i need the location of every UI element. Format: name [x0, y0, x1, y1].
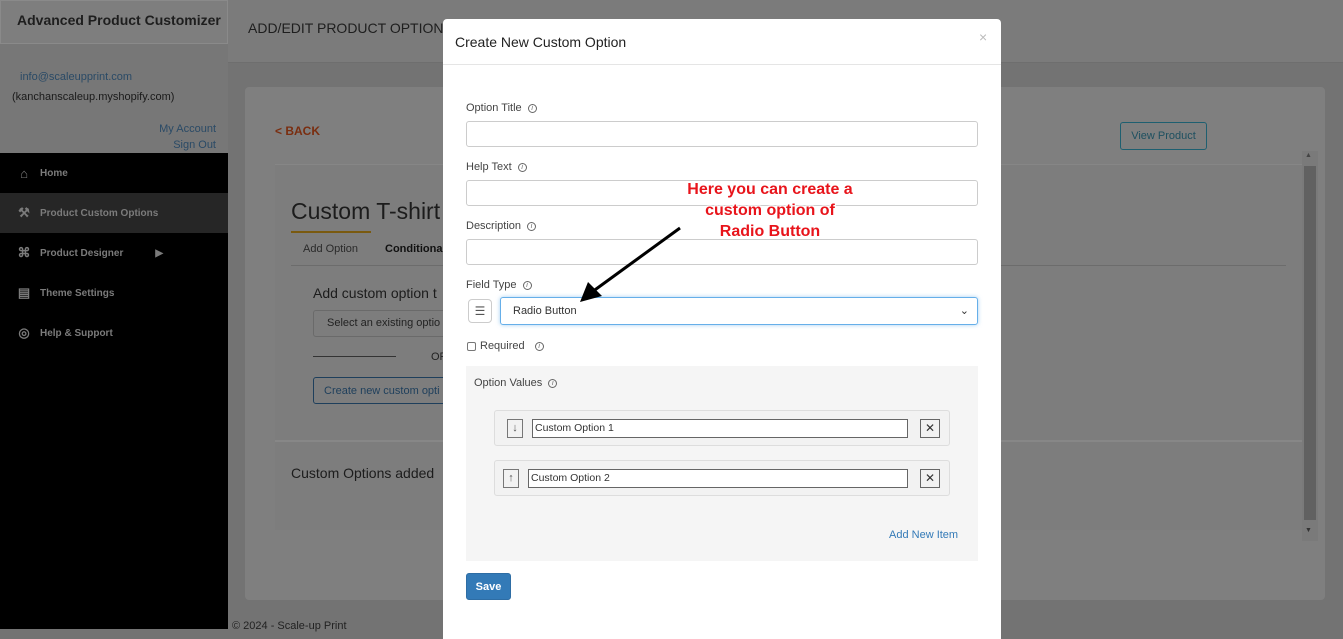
option-value-row: ↑ Custom Option 2 ✕	[494, 460, 950, 496]
nav-home[interactable]: ⌂ Home	[0, 153, 228, 193]
checkbox[interactable]	[467, 341, 476, 351]
tab-conditional[interactable]: Conditional	[385, 243, 446, 255]
info-icon: i	[548, 378, 558, 388]
remove-icon[interactable]: ✕	[920, 469, 940, 488]
title-underline	[291, 231, 371, 233]
theme-settings-icon: ▤	[17, 285, 31, 300]
scroll-down-icon[interactable]: ▼	[1305, 527, 1312, 534]
scrollbar-thumb[interactable]	[1304, 166, 1316, 520]
save-button[interactable]: Save	[466, 573, 511, 600]
option-title-input[interactable]	[466, 121, 978, 147]
annotation-line: Radio Button	[719, 223, 821, 240]
tools-icon: ⚒	[18, 205, 30, 220]
nav-label: Theme Settings	[40, 287, 115, 299]
home-icon: ⌂	[20, 165, 28, 181]
nav-label: Product Custom Options	[40, 207, 159, 219]
create-custom-option-button[interactable]: Create new custom opti	[313, 377, 453, 404]
info-icon: i	[527, 103, 537, 113]
existing-option-select[interactable]: Select an existing optio	[313, 310, 453, 337]
remove-icon[interactable]: ✕	[920, 419, 940, 438]
annotation-line: custom option of	[705, 202, 835, 219]
move-up-icon[interactable]: ↑	[503, 469, 519, 488]
nav-label: Product Designer	[40, 247, 124, 259]
view-product-button[interactable]: View Product	[1120, 122, 1207, 150]
add-new-item-link[interactable]: Add New Item	[889, 529, 958, 541]
option-value-row: ↓ Custom Option 1 ✕	[494, 410, 950, 446]
sign-out-link[interactable]: Sign Out	[173, 139, 216, 151]
store-domain: (kanchanscaleup.myshopify.com)	[12, 91, 175, 103]
annotation-line: Here you can create a	[687, 181, 853, 198]
description-input[interactable]	[466, 239, 978, 265]
info-icon: i	[522, 280, 532, 290]
option-values-panel: Option Values i ↓ Custom Option 1 ✕ ↑ Cus…	[466, 366, 978, 561]
caret-right-icon: ▶	[155, 247, 164, 259]
info-icon: i	[527, 221, 537, 231]
modal-title: Create New Custom Option	[455, 34, 627, 50]
info-icon: i	[517, 162, 527, 172]
option-value-input[interactable]: Custom Option 2	[528, 469, 908, 488]
nav-label: Help & Support	[40, 327, 113, 339]
move-down-icon[interactable]: ↓	[507, 419, 523, 438]
designer-icon: ⌘	[17, 245, 31, 260]
my-account-link[interactable]: My Account	[159, 123, 216, 135]
option-values-label: Option Values i	[474, 377, 558, 389]
footer-copyright: © 2024 - Scale-up Print	[232, 620, 347, 632]
option-value-input[interactable]: Custom Option 1	[532, 419, 908, 438]
create-option-modal: Create New Custom Option × Option Title i…	[443, 19, 1001, 639]
page-header-title: ADD/EDIT PRODUCT OPTIONS	[248, 20, 453, 36]
description-label: Description i	[466, 220, 537, 232]
chevron-down-icon: ⌄	[959, 305, 969, 317]
info-icon: i	[534, 341, 544, 351]
tab-add-option[interactable]: Add Option	[303, 243, 358, 255]
close-icon[interactable]: ×	[979, 29, 987, 45]
scroll-up-icon[interactable]: ▲	[1305, 152, 1312, 159]
radio-list-icon: ☰	[468, 299, 492, 323]
nav-product-custom-options[interactable]: ⚒ Product Custom Options	[0, 193, 228, 233]
lifebuoy-icon: ◎	[18, 325, 30, 340]
sidebar-nav: ⌂ Home ⚒ Product Custom Options ⌘ Product D…	[0, 153, 228, 629]
back-link[interactable]: < BACK	[275, 124, 320, 138]
product-title: Custom T-shirt	[291, 198, 441, 224]
nav-product-designer[interactable]: ⌘ Product Designer ▶	[0, 233, 228, 273]
or-divider	[313, 356, 396, 357]
option-title-label: Option Title i	[466, 102, 537, 114]
account-email[interactable]: info@scaleupprint.com	[20, 71, 132, 83]
nav-label: Home	[40, 167, 68, 179]
help-text-label: Help Text i	[466, 161, 527, 173]
annotation-callout: Here you can create a custom option of R…	[640, 179, 900, 242]
field-type-label: Field Type i	[466, 279, 532, 291]
app-brand: Advanced Product Customizer	[0, 0, 228, 44]
required-checkbox[interactable]: Required i	[467, 340, 544, 352]
custom-options-added-heading: Custom Options added	[291, 465, 435, 481]
nav-theme-settings[interactable]: ▤ Theme Settings	[0, 273, 228, 313]
add-option-heading: Add custom option t	[313, 285, 437, 301]
nav-help-support[interactable]: ◎ Help & Support	[0, 313, 228, 353]
